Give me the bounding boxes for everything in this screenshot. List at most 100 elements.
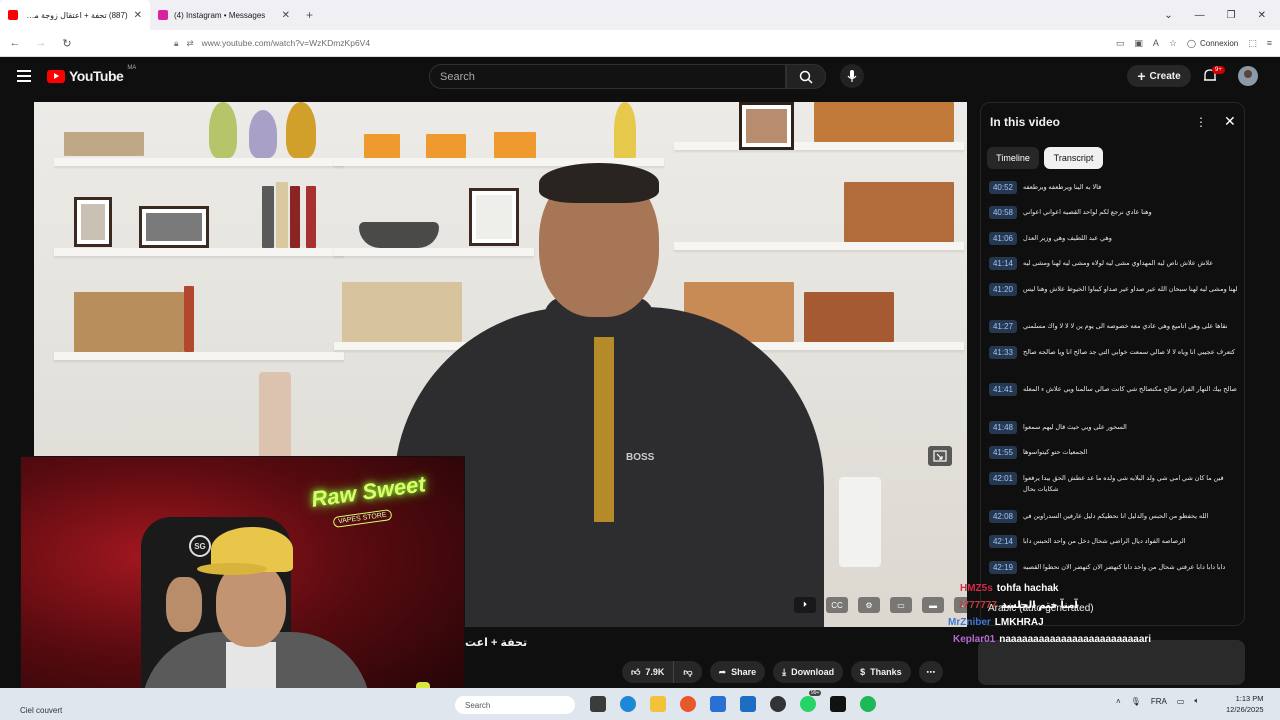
extensions-icon[interactable]: ⬚ xyxy=(1248,38,1257,49)
timestamp[interactable]: 41:20 xyxy=(989,283,1017,296)
chevron-up-icon[interactable]: ˄ xyxy=(1116,697,1121,706)
url-text[interactable]: www.youtube.com/watch?v=WzKDmzKp6V4 xyxy=(202,38,370,48)
download-button[interactable]: ⤓ Download xyxy=(773,661,844,683)
transcript-segment[interactable]: 42:08 الله يحفظو من الحبس والدليل انا نحط… xyxy=(989,510,1239,535)
close-window-icon[interactable]: ✕ xyxy=(1258,10,1266,21)
transcript-segment[interactable]: 42:01 فين ما كان شي امي شي ولد البلايه شي… xyxy=(989,472,1239,510)
network-icon[interactable]: ▭ xyxy=(1177,697,1185,706)
clock[interactable]: 1:13 PM 12/26/2025 xyxy=(1226,693,1264,715)
address-bar[interactable]: 🔒︎ ⇄ www.youtube.com/watch?v=WzKDmzKp6V4 xyxy=(86,33,1104,53)
transcript-segment[interactable]: 41:41 صالح بيك النهار الفراز صالح مكتصالح… xyxy=(989,383,1239,421)
close-tab-icon[interactable]: ✕ xyxy=(134,10,142,21)
close-icon[interactable]: ✕ xyxy=(1224,113,1236,130)
timestamp[interactable]: 42:01 xyxy=(989,472,1017,485)
create-button[interactable]: + Create xyxy=(1127,65,1191,87)
account-button[interactable]: ◯ Connexion xyxy=(1187,39,1238,48)
volume-icon[interactable]: 🔈︎ xyxy=(1194,696,1199,706)
transcript-segment[interactable]: 40:58 وهنا عادي نرجع لكم لواحد القصيه اعو… xyxy=(989,206,1239,232)
lock-icon[interactable]: 🔒︎ xyxy=(174,38,179,49)
weather-widget[interactable]: Ciel couvert xyxy=(20,706,62,715)
taskbar-search[interactable]: Search xyxy=(455,696,575,714)
timestamp[interactable]: 41:55 xyxy=(989,446,1017,459)
transcript-segment[interactable]: 41:27 نقاها على وهي اتاميع وهي عادي معه خ… xyxy=(989,320,1239,346)
spotify-icon[interactable] xyxy=(860,696,876,712)
miniplayer-button[interactable] xyxy=(928,446,952,466)
timestamp[interactable]: 42:14 xyxy=(989,535,1017,548)
language-indicator[interactable]: FRA xyxy=(1151,697,1167,706)
chatgpt-icon[interactable] xyxy=(770,696,786,712)
menu-icon[interactable]: ≡ xyxy=(1267,38,1272,48)
tab-timeline[interactable]: Timeline xyxy=(987,147,1039,169)
search-button[interactable] xyxy=(786,64,826,89)
minimize-icon[interactable]: — xyxy=(1195,10,1205,21)
edge-icon[interactable] xyxy=(620,696,636,712)
tab-transcript[interactable]: Transcript xyxy=(1044,147,1103,169)
download-icon: ⤓ xyxy=(782,666,787,677)
transcript-segment[interactable]: 41:55 الجمعيات حتو كيتواسوها xyxy=(989,446,1239,472)
translate-icon[interactable]: A xyxy=(1153,38,1159,48)
picture-in-picture-icon[interactable]: ▭ xyxy=(1116,38,1125,49)
toolbar-right: ▭ ▣ A ☆ ◯ Connexion ⬚ ≡ xyxy=(1116,38,1272,49)
store-icon[interactable] xyxy=(710,696,726,712)
segment-text: علاش علاش ناص ليه المهداوي مشى ليه لولاه… xyxy=(1023,260,1214,267)
settings-gear-icon[interactable]: ⚙ xyxy=(858,597,880,613)
theater-mode-icon[interactable]: ▬ xyxy=(922,597,944,613)
timestamp[interactable]: 41:33 xyxy=(989,346,1017,359)
youtube-logo[interactable]: YouTube MA xyxy=(47,65,136,84)
transcript-segment[interactable]: 41:20 لهنا ومشى ليه لهنا سبحان الله عير ص… xyxy=(989,283,1239,320)
search-input[interactable]: Search xyxy=(429,64,786,89)
timestamp[interactable]: 41:27 xyxy=(989,320,1017,333)
streamer-webcam-overlay: SG Raw Sweet VAPES STORE xyxy=(20,456,465,706)
autoplay-toggle-icon[interactable]: ⏵ xyxy=(794,597,816,613)
voice-search-button[interactable] xyxy=(840,64,864,88)
miniplayer-toggle-icon[interactable]: ▭ xyxy=(890,597,912,613)
notification-count-badge: 9+ xyxy=(1212,66,1225,74)
share-button[interactable]: ➦ Share xyxy=(709,661,766,683)
like-button[interactable]: 👍︎ 7.9K xyxy=(622,661,674,683)
tab-youtube[interactable]: (887) تحفة + اعتقال زوجة مهدي ✕ xyxy=(0,0,150,30)
book xyxy=(306,186,316,248)
forward-icon[interactable]: → xyxy=(34,37,48,49)
screenshot-icon[interactable]: ▣ xyxy=(1134,38,1143,49)
clock-time: 1:13 PM xyxy=(1235,694,1264,703)
timestamp[interactable]: 40:58 xyxy=(989,206,1017,219)
bookmark-star-icon[interactable]: ☆ xyxy=(1169,38,1177,49)
stream-chat-overlay: HMZ5s tohfa hachak 7777777 آمنآ ختم الجلسة… xyxy=(948,580,1248,648)
transcript-segment[interactable]: 40:52 فالا به الينا ويرطعفه ويرطعفه xyxy=(989,181,1239,206)
permissions-icon[interactable]: ⇄ xyxy=(187,38,194,49)
firefox-icon[interactable] xyxy=(680,696,696,712)
avatar[interactable] xyxy=(1238,66,1258,86)
timestamp[interactable]: 41:41 xyxy=(989,383,1017,396)
back-icon[interactable]: ← xyxy=(8,37,22,49)
app-icon[interactable] xyxy=(830,696,846,712)
more-options-icon[interactable]: ⋮ xyxy=(1195,115,1207,129)
transcript-segment[interactable]: 41:06 وهي عبد اللطيف وهي وزير العدل xyxy=(989,232,1239,257)
dislike-button[interactable]: 👎︎ xyxy=(673,661,702,683)
thanks-button[interactable]: $ Thanks xyxy=(851,661,911,683)
tab-list-icon[interactable]: ⌄ xyxy=(1164,10,1172,21)
transcript-segment[interactable]: 41:48 السحور على ويي حيث قال ليهم سمعوا xyxy=(989,421,1239,446)
new-tab-button[interactable]: + xyxy=(306,8,313,22)
timestamp[interactable]: 42:08 xyxy=(989,510,1017,523)
tab-instagram[interactable]: (4) Instagram • Messages ✕ xyxy=(150,0,298,30)
more-actions-button[interactable]: ⋯ xyxy=(918,661,943,683)
file-explorer-icon[interactable] xyxy=(650,696,666,712)
transcript-segment[interactable]: 41:33 كتعرف عجيبي انا وياه لا لا صالي سمع… xyxy=(989,346,1239,383)
timestamp[interactable]: 40:52 xyxy=(989,181,1017,194)
transcript-segment[interactable]: 41:14 علاش علاش ناص ليه المهداوي مشى ليه … xyxy=(989,257,1239,283)
hamburger-menu-icon[interactable] xyxy=(17,70,31,82)
whatsapp-icon[interactable]: 99+ xyxy=(800,690,822,712)
subtitles-icon[interactable]: CC xyxy=(826,597,848,613)
timestamp[interactable]: 41:48 xyxy=(989,421,1017,434)
transcript-segment[interactable]: 42:14 الرصاصه الفواد ديال الراضي شحال دخل… xyxy=(989,535,1239,561)
reload-icon[interactable]: ↻ xyxy=(60,37,74,50)
timestamp[interactable]: 41:06 xyxy=(989,232,1017,245)
timestamp[interactable]: 42:19 xyxy=(989,561,1017,574)
maximize-icon[interactable]: ❐ xyxy=(1227,10,1236,21)
close-tab-icon[interactable]: ✕ xyxy=(282,10,290,21)
microphone-icon[interactable]: 🎙︎ xyxy=(1131,697,1141,706)
chat-text: آمنآ ختم الجلسة xyxy=(1000,600,1078,611)
timestamp[interactable]: 41:14 xyxy=(989,257,1017,270)
outlook-icon[interactable] xyxy=(740,696,756,712)
task-view-icon[interactable] xyxy=(590,696,606,712)
